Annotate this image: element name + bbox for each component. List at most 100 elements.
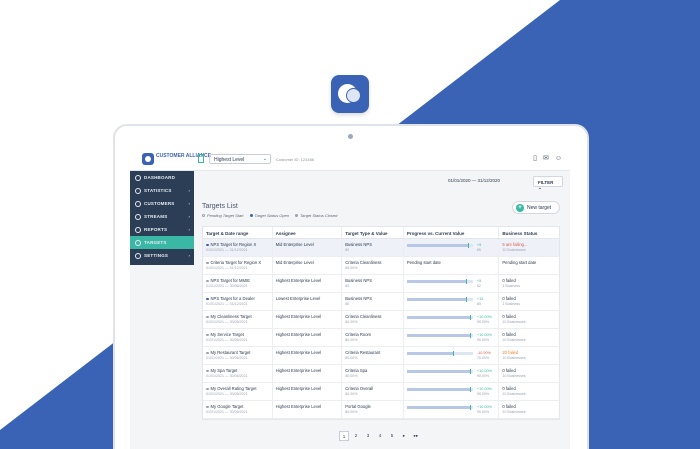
status-badge: 20 failed [502,350,519,355]
sidebar-item-streams[interactable]: STREAMS › [130,210,194,223]
legend-closed: Target Status Closed [295,213,337,218]
streams-icon [135,213,141,220]
status-badge: 0 failed [502,386,516,391]
table-row[interactable]: NPS Target for a Dealer 01/01/2021 — 31/1… [203,293,559,311]
sidebar-item-settings[interactable]: SETTINGS › [130,249,194,262]
page-2[interactable]: 2 [351,431,361,441]
status-cell: 0 failed 10 Businesses [499,383,559,400]
date-range[interactable]: 01/01/2020 — 31/12/2020 [448,178,500,183]
progress-bar [406,279,473,285]
col-type[interactable]: Target Type & Value [342,227,404,238]
top-bar: CUSTOMER ALLIANCE Highest Level ⌄ Custome… [130,147,570,171]
target-value: 85.00% [345,266,358,270]
col-status[interactable]: Business Status [499,227,559,238]
target-type: Criteria Spa [345,368,368,373]
sidebar-item-customers[interactable]: CUSTOMERS › [130,197,194,210]
type-cell: Criteria Cleanliness 80.00% [342,311,404,328]
status-badge: 0 failed [502,314,516,319]
sidebar-item-reports[interactable]: REPORTS › [130,223,194,236]
assignee-cell: Mid Enterprise Level [273,239,343,256]
table-row[interactable]: NPS Target for MMIE 01/01/2021 — 30/06/20… [203,275,559,293]
progress-cell: Pending start date [404,257,500,274]
level-select[interactable]: Highest Level ⌄ [209,154,271,164]
page-last-icon[interactable]: ▸▸ [411,431,421,441]
chevron-right-icon: › [188,201,190,206]
progress-cell: +15 85 [404,293,500,310]
progress-delta: +10.00% [476,404,492,409]
target-dates: 01/01/2021 — 30/06/2021 [206,356,248,360]
type-cell: Business NPS 80 [342,293,404,310]
status-cell: 5 are failing... 10 Businesses [499,239,559,256]
table-row[interactable]: NPS Target for Region X 01/01/2021 — 31/1… [203,239,559,257]
table-row[interactable]: My Service Target 01/01/2021 — 30/06/2021… [203,329,559,347]
page-1[interactable]: 1 [339,431,349,441]
type-cell: Criteria Restaurant 80.00% [342,347,404,364]
target-value: 80.00% [345,320,358,324]
avatar[interactable]: ☺ [555,155,562,162]
page-3[interactable]: 3 [363,431,373,441]
target-cell: My Cleanliness Target 01/01/2021 — 30/06/… [203,311,273,328]
current-value: 90.00% [476,338,490,343]
progress-delta: +5 [476,242,482,247]
new-target-button[interactable]: + New target [512,201,560,214]
status-badge: 0 failed [502,278,516,283]
table-row[interactable]: My Cleanliness Target 01/01/2021 — 30/06/… [203,311,559,329]
current-value: 90.00% [476,392,490,397]
table-row[interactable]: My Spa Target 01/01/2021 — 30/06/2021 High… [203,365,559,383]
progress-bar [406,387,473,393]
filter-button[interactable]: FILTER ⌄ [533,176,563,190]
assignee-cell: Highest Enterprise Level [273,347,343,364]
col-progress[interactable]: Progress vs. Current Value [404,227,500,238]
progress-cell: +10.00% 90.00% [404,329,500,346]
status-businesses: 1 Business [502,284,520,288]
type-cell: Criteria Room 80.00% [342,329,404,346]
customer-id: Customer ID: 123456 [276,157,315,162]
notification-icon[interactable]: ✉ [543,154,549,162]
table-row[interactable]: My Overall Rating Target 01/01/2021 — 30/… [203,383,559,401]
table-row[interactable]: My Restaurant Target 01/01/2021 — 30/06/2… [203,347,559,365]
target-type: Business NPS [345,278,372,283]
type-cell: Criteria Overall 80.00% [342,383,404,400]
table-body: NPS Target for Region X 01/01/2021 — 31/1… [203,239,559,419]
col-assignee[interactable]: Assignee [273,227,343,238]
sidebar-item-label: SETTINGS [144,253,169,258]
target-name: Criteria Target for Region X [210,260,262,265]
target-dates: 01/01/2021 — 31/12/2021 [206,302,248,306]
assignee-cell: Highest Enterprise Level [273,329,343,346]
target-dates: 01/01/2021 — 30/06/2021 [206,410,248,414]
progress-bar [406,333,473,339]
status-dot [206,243,209,247]
target-value: 80 [345,248,350,252]
type-cell: Criteria Cleanliness 85.00% [342,257,404,274]
status-cell: 0 failed 1 Business [499,275,559,292]
target-cell: NPS Target for a Dealer 01/01/2021 — 31/1… [203,293,273,310]
progress-delta: -10.00% [476,350,492,355]
progress-delta: +15 [476,296,484,301]
target-dates: 01/01/2021 — 31/12/2021 [206,248,248,252]
col-target[interactable]: Target & Date range [203,227,273,238]
target-value: 80.00% [345,338,358,342]
dashboard-icon [135,174,141,181]
sidebar-item-statistics[interactable]: STATISTICS › [130,184,194,197]
progress-cell: +10.00% 90.00% [404,311,500,328]
sidebar-item-dashboard[interactable]: DASHBOARD [130,171,194,184]
sidebar-item-targets[interactable]: TARGETS [130,236,194,249]
progress-bar [406,315,473,321]
assignee-cell: Highest Enterprise Level [273,275,343,292]
laptop-camera [348,134,353,139]
status-badge: 5 are failing... [502,242,528,247]
page-4[interactable]: 4 [375,431,385,441]
page-5[interactable]: 5 [387,431,397,441]
target-name: My Spa Target [210,368,238,373]
status-legend: Pending Target Start Target Status Open … [202,213,337,218]
brand-logo[interactable]: CUSTOMER ALLIANCE [142,153,211,165]
app-logo-icon [331,75,369,113]
current-value: 70.00% [476,356,490,361]
page-next-icon[interactable]: ▸ [399,431,409,441]
table-row[interactable]: My Google Target 01/01/2021 — 30/06/2021 H… [203,401,559,419]
mobile-icon[interactable]: ▯ [533,154,537,162]
table-row[interactable]: Criteria Target for Region X 01/01/2021 —… [203,257,559,275]
target-dates: 01/01/2021 — 30/06/2021 [206,374,248,378]
status-businesses: 10 Businesses [502,248,526,252]
progress-bar [406,297,473,303]
